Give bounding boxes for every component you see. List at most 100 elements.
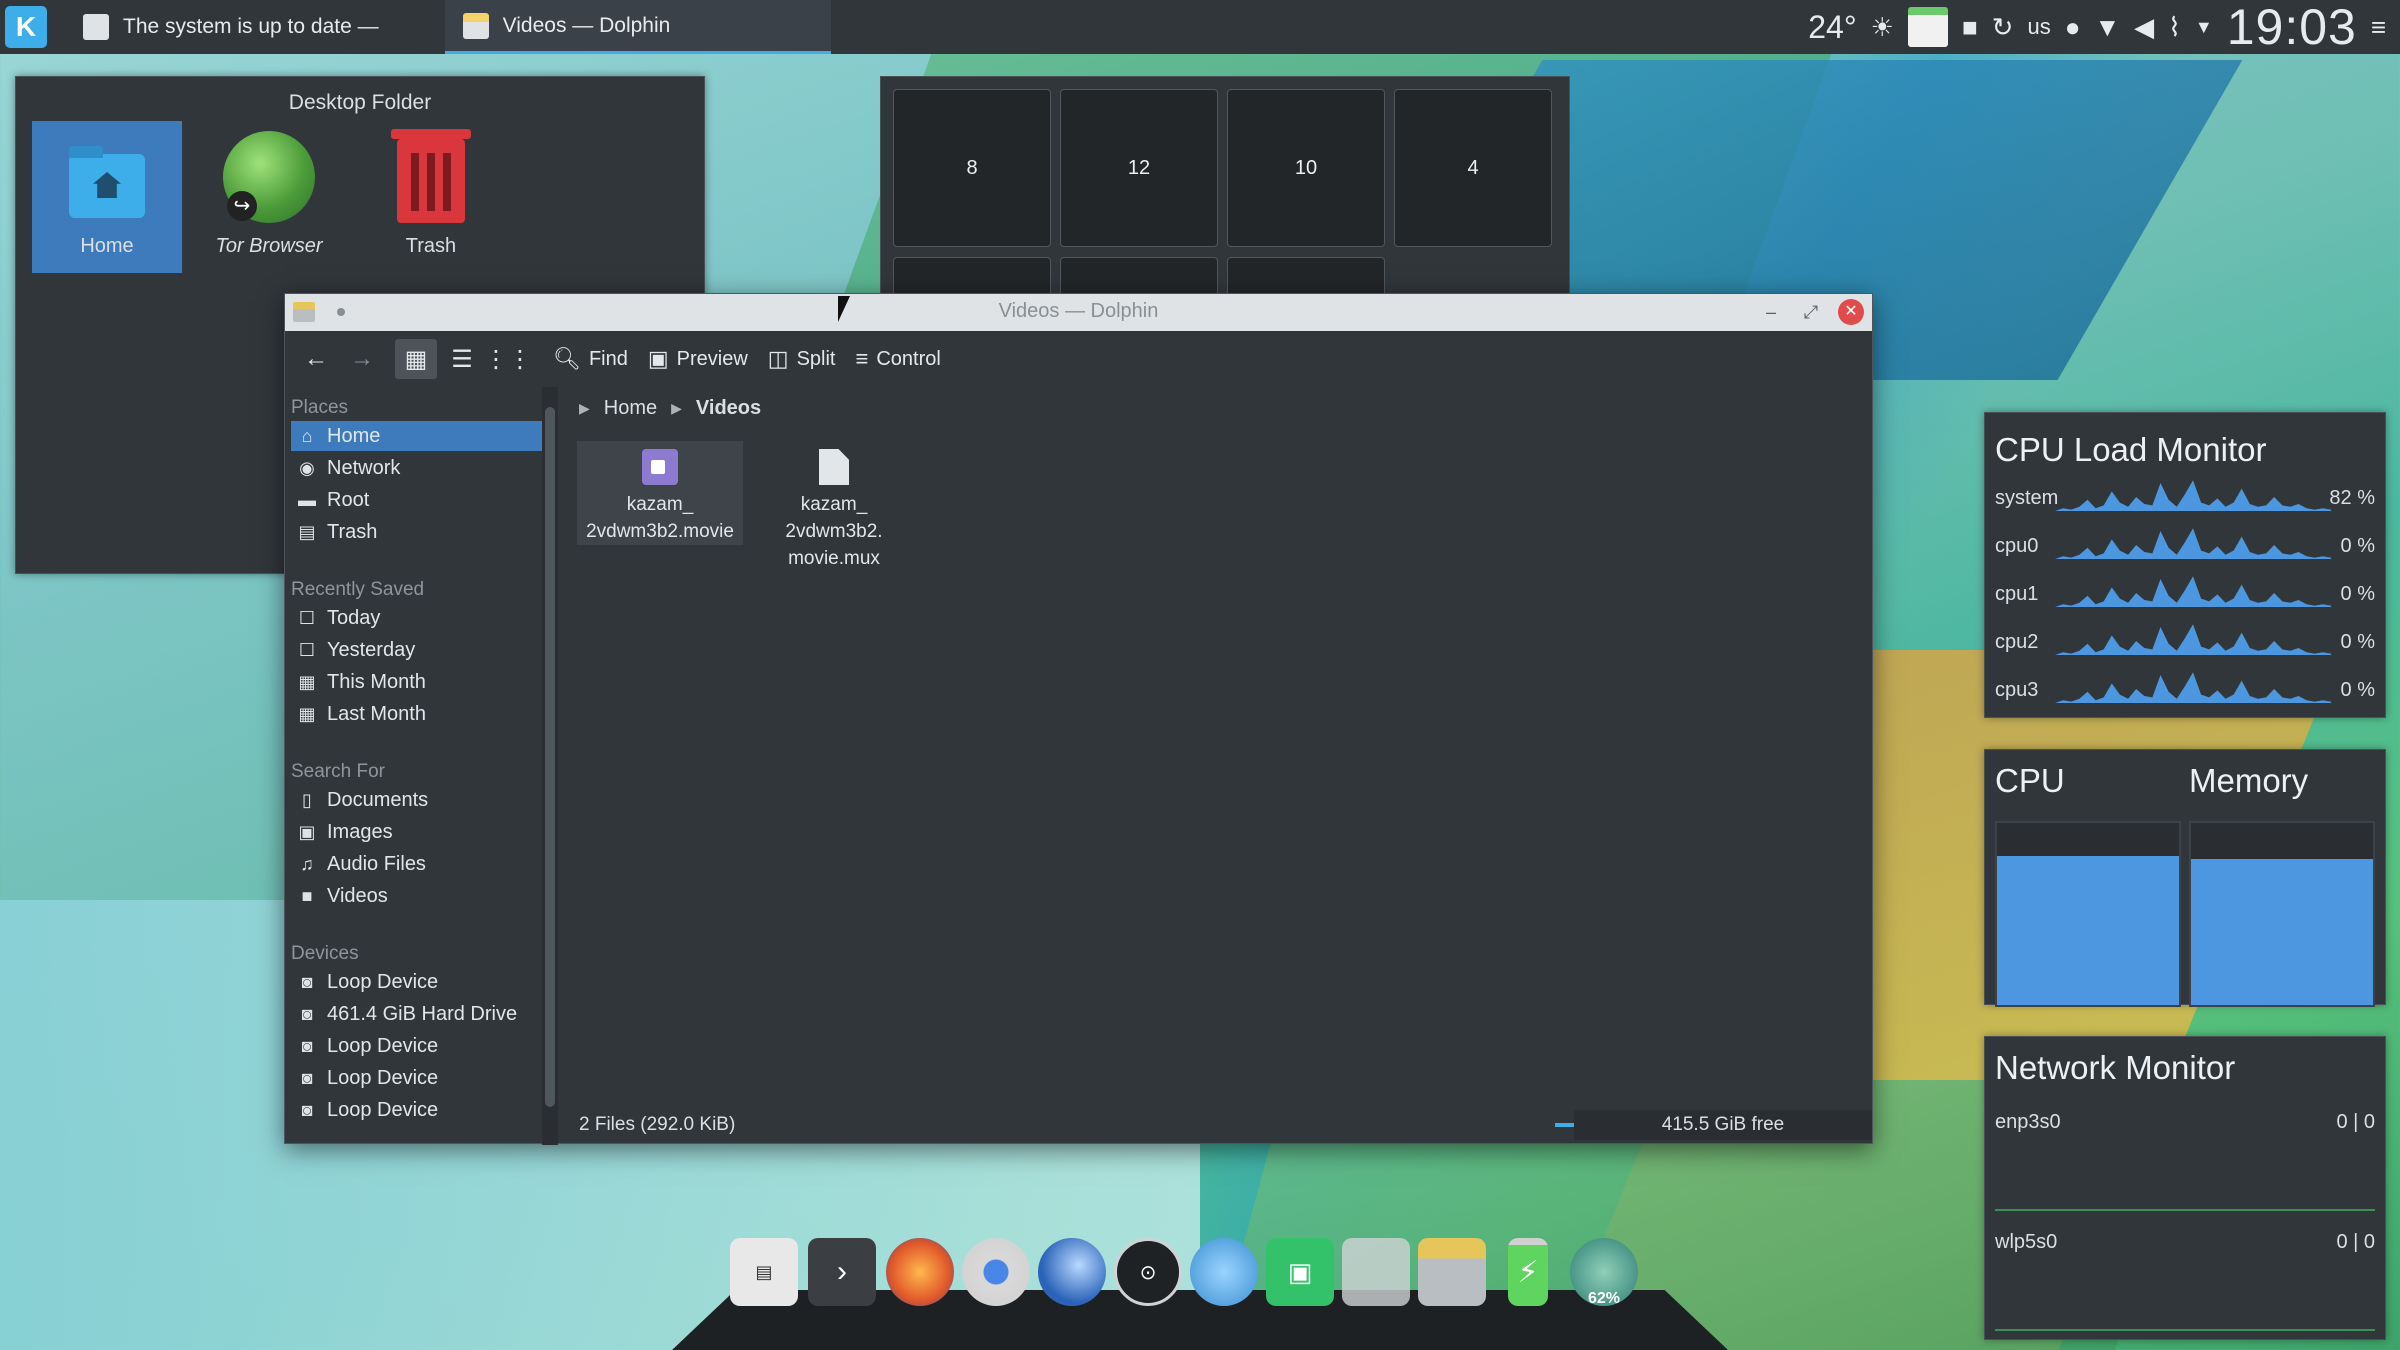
text-editor-icon[interactable]: ▤ [730,1238,798,1306]
cpu-name: cpu0 [1995,535,2039,557]
dolphin-dock-icon[interactable] [1418,1238,1486,1306]
places-item-root[interactable]: ▬ Root [291,485,543,515]
folder-icon: ▬ [298,489,316,510]
search-item-audio-files[interactable]: ♫ Audio Files [291,849,543,879]
pager-desktop-2[interactable]: 12 [1060,89,1218,247]
recent-item-last-month[interactable]: ▦ Last Month [291,699,543,729]
recent-item-this-month[interactable]: ▦ This Month [291,667,543,697]
places-scrollbar[interactable] [542,387,558,1145]
application-launcher-icon[interactable]: K [5,6,47,48]
volume-icon[interactable]: ◀ [2134,12,2154,43]
clipboard-icon[interactable]: ⌇ [2168,12,2181,43]
maximize-button[interactable]: ⤢ [1798,299,1824,325]
network-monitor-widget: Network Monitor enp3s0 0 | 0 wlp5s0 0 | … [1984,1036,2386,1340]
file-view[interactable]: kazam_ 2vdwm3b2.movie kazam_ 2vdwm3b2. m… [571,429,1872,1109]
file-item[interactable]: kazam_ 2vdwm3b2.movie [577,441,743,545]
home-icon: ⌂ [301,425,313,446]
desktop-icon-trash[interactable]: Trash [356,121,506,273]
network-graph-baseline [1995,1329,2375,1331]
task-label: The system is up to date — [123,15,379,38]
details-view-button[interactable]: ⋮⋮ [484,339,532,379]
places-item-network[interactable]: ◉ Network [291,453,543,483]
breadcrumb-item-home[interactable]: Home [604,397,657,420]
steam-icon[interactable]: ⊙ [1114,1238,1182,1306]
terminal-icon[interactable]: › [808,1238,876,1306]
mouse-pointer [838,296,850,322]
wifi-icon[interactable]: ▼ [2094,12,2120,43]
file-name-line: kazam_ [626,494,694,515]
video-icon: ■ [301,885,313,906]
drive-icon: ◙ [301,1003,313,1024]
folder-icon[interactable] [1342,1238,1410,1306]
device-item[interactable]: ◙ Loop Device [291,1063,543,1093]
desktop-icon-tor-browser[interactable]: Tor Browser [194,121,344,273]
device-item[interactable]: ◙ Loop Device [291,967,543,997]
file-item[interactable]: kazam_ 2vdwm3b2. movie.mux [751,441,917,572]
power-icon[interactable]: ● [2065,12,2081,43]
minimize-button[interactable]: – [1758,299,1784,325]
tray-expand-icon[interactable]: ▼ [2195,17,2213,38]
task-label: Videos — Dolphin [502,13,671,37]
cpu-value: 82 % [2329,487,2375,509]
image-icon: ▣ [647,346,669,371]
breadcrumb-root-arrow-icon[interactable]: ▶ [579,400,590,417]
video-file-icon [642,449,678,485]
battery-icon[interactable]: ⚡ [1508,1238,1548,1306]
places-item-home[interactable]: ⌂ Home [291,421,543,451]
cpu-name: cpu1 [1995,583,2039,605]
kazam-recorder-icon[interactable]: ▣ [1266,1238,1334,1306]
status-bar: 2 Files (292.0 KiB) 415.5 GiB free [571,1107,1872,1143]
back-button[interactable]: ← [295,339,337,379]
window-titlebar[interactable]: Videos — Dolphin – ⤢ ✕ [285,294,1872,331]
close-button[interactable]: ✕ [1838,299,1864,325]
earth-icon[interactable]: 62% [1570,1238,1638,1307]
breadcrumb-separator-icon[interactable]: ▶ [671,400,682,417]
chromium-icon[interactable] [962,1238,1030,1306]
device-item[interactable]: ◙ 461.4 GiB Hard Drive [291,999,543,1029]
free-space-indicator[interactable]: 415.5 GiB free [1574,1110,1872,1140]
compact-view-button[interactable]: ☰ [441,339,483,379]
search-item-documents[interactable]: ▯ Documents [291,785,543,815]
swirl-app-icon[interactable] [1190,1238,1258,1306]
keyboard-layout[interactable]: us [2027,14,2050,40]
search-item-images[interactable]: ▣ Images [291,817,543,847]
pager-desktop-3[interactable]: 10 [1227,89,1385,247]
updates-icon[interactable]: ↻ [1992,12,2014,43]
dolphin-window: Videos — Dolphin – ⤢ ✕ ← → ▦ ☰ ⋮⋮ 🔍︎ Find… [284,293,1873,1145]
find-button[interactable]: 🔍︎ Find [545,339,636,379]
forward-button[interactable]: → [341,339,383,379]
device-item[interactable]: ◙ Loop Device [291,1031,543,1061]
task-system-updates[interactable]: The system is up to date — [65,0,397,54]
cpu-value: 0 % [2340,583,2375,605]
recent-item-today[interactable]: ☐ Today [291,603,543,633]
pager-desktop-1[interactable]: 8 [893,89,1051,247]
screen-recorder-icon[interactable]: ■ [1962,12,1978,43]
cpu-name: system [1995,487,2059,509]
notes-icon[interactable] [1907,7,1948,47]
weather-temperature[interactable]: 24° [1808,9,1856,46]
file-name-line: kazam_ [800,494,868,515]
breadcrumb-item-videos[interactable]: Videos [696,397,761,420]
generic-file-icon [819,449,849,485]
pager-desktop-4[interactable]: 4 [1394,89,1552,247]
task-dolphin[interactable]: Videos — Dolphin [444,0,831,54]
cpu-row-cpu3: cpu3 0 % [1995,669,2375,713]
scrollbar-thumb[interactable] [545,407,555,1107]
panel-menu-icon[interactable]: ≡ [2371,12,2386,43]
icons-view-button[interactable]: ▦ [395,339,437,379]
preview-button[interactable]: ▣ Preview [640,339,756,379]
split-button[interactable]: ◫ Split [760,339,844,379]
thunderbird-icon[interactable] [1038,1238,1106,1306]
control-menu-button[interactable]: ≡ Control [847,339,948,379]
device-item[interactable]: ◙ Loop Device [291,1095,543,1125]
firefox-icon[interactable] [886,1238,954,1306]
dolphin-toolbar: ← → ▦ ☰ ⋮⋮ 🔍︎ Find ▣ Preview ◫ Split ≡ Contr… [285,331,1872,387]
cpu-load-graph [2055,624,2331,655]
desktop-icon-label: Tor Browser [215,235,323,257]
clock[interactable]: 19:03 [2227,0,2357,56]
places-item-trash[interactable]: ▤ Trash [291,517,543,547]
weather-sun-icon[interactable]: ☀ [1871,12,1894,43]
search-item-videos[interactable]: ■ Videos [291,881,543,911]
recent-item-yesterday[interactable]: ☐ Yesterday [291,635,543,665]
desktop-icon-home[interactable]: Home [32,121,182,273]
